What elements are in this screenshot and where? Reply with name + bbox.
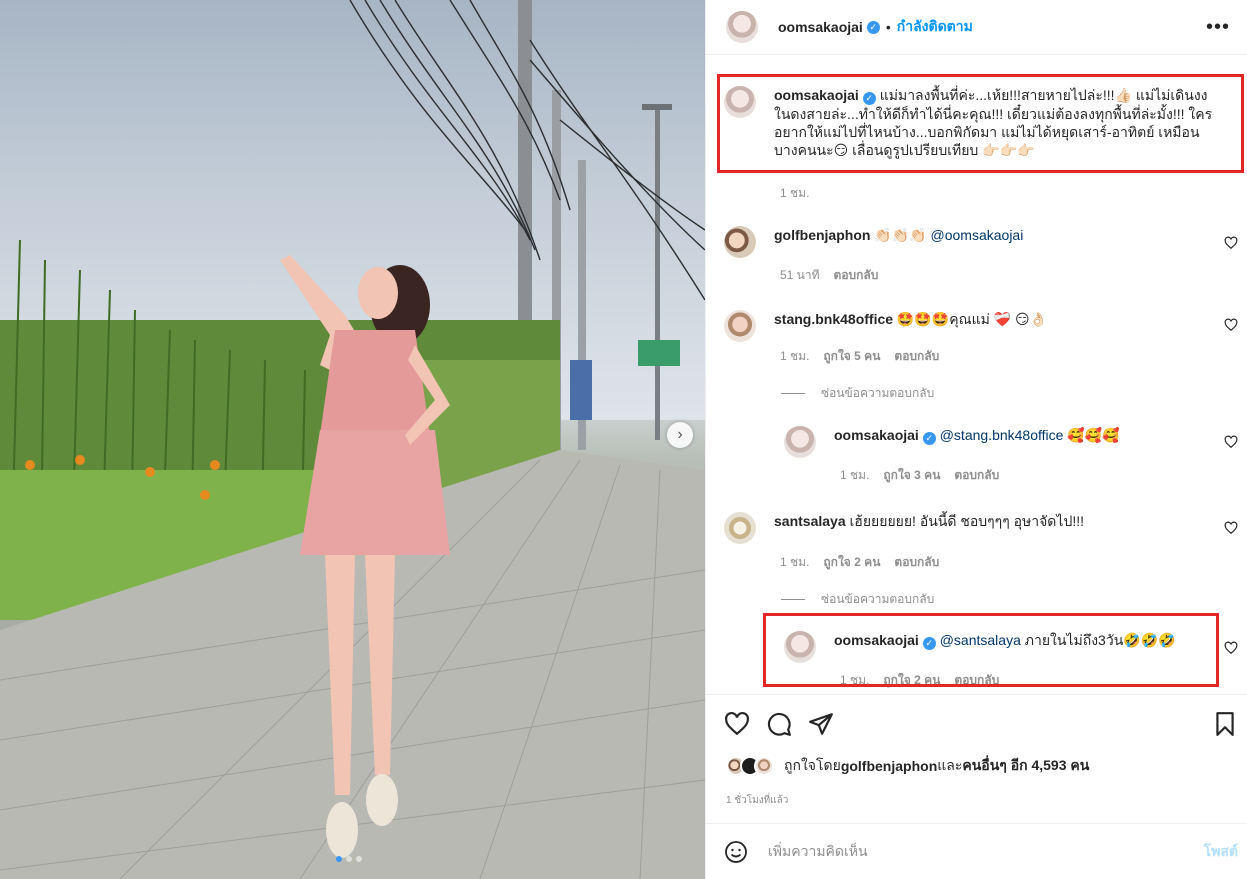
reply-button[interactable]: ตอบกลับ (894, 347, 939, 366)
comment-mention[interactable]: @oomsakaojai (931, 227, 1024, 243)
heart-icon[interactable] (1224, 641, 1238, 655)
avatar[interactable] (724, 226, 756, 258)
likes-count-button[interactable]: คนอื่นๆ อีก 4,593 คน (962, 755, 1089, 777)
reply-button[interactable]: ตอบกลับ (954, 466, 999, 485)
comment-meta: 51 นาที ตอบกลับ (780, 266, 878, 285)
more-icon[interactable]: ••• (1206, 16, 1230, 39)
divider (781, 599, 805, 600)
carousel-dot-active (336, 856, 342, 862)
post-side-panel: oomsakaojai ✓ • กำลังติดตาม ••• oomsakao… (705, 0, 1247, 879)
save-button[interactable] (1212, 711, 1238, 740)
caption-meta: 1 ชม. (780, 184, 809, 203)
verified-icon: ✓ (866, 20, 880, 34)
avatar[interactable] (784, 426, 816, 458)
caption-highlight-box (717, 74, 1244, 173)
next-photo-button[interactable]: › (667, 422, 693, 448)
photo-person (280, 255, 450, 858)
heart-icon[interactable] (1224, 435, 1238, 449)
comment-text: stang.bnk48office 🤩🤩🤩คุณแม่ ❤️‍🩹 😏👌🏻 (774, 311, 1048, 327)
comment-likes[interactable]: ถูกใจ 2 คน (823, 553, 880, 572)
comment-item: santsalaya เฮ้ยยยยยย! อันนี้ดี ชอบๆๆๆ อุ… (724, 512, 1234, 544)
comment-time[interactable]: 1 ชม. (780, 347, 809, 366)
comment-icon[interactable] (766, 711, 792, 737)
hide-replies-button[interactable]: ซ่อนข้อความตอบกลับ (781, 384, 934, 403)
comment-likes[interactable]: ถูกใจ 5 คน (823, 347, 880, 366)
comment-username[interactable]: golfbenjaphon (774, 227, 870, 243)
emoji-icon[interactable] (724, 840, 748, 864)
reply-button[interactable]: ตอบกลับ (834, 266, 879, 285)
comment-username[interactable]: santsalaya (774, 513, 846, 529)
comment-input[interactable]: เพิ่มความคิดเห็น (768, 841, 1204, 863)
avatar[interactable] (724, 310, 756, 342)
liker-username[interactable]: golfbenjaphon (841, 758, 937, 774)
action-icons (724, 711, 834, 737)
comment-text: santsalaya เฮ้ยยยยยย! อันนี้ดี ชอบๆๆๆ อุ… (774, 513, 1084, 529)
heart-icon[interactable] (1224, 318, 1238, 332)
follow-status-button[interactable]: กำลังติดตาม (897, 16, 973, 38)
carousel-dots (336, 856, 362, 862)
comments-list: oomsakaojai ✓ แม่มาลงพื้นที่ค่ะ...เห้ย!!!… (706, 56, 1247, 694)
comment-text: golfbenjaphon 👏🏻👏🏻👏🏻 @oomsakaojai (774, 226, 1214, 258)
verified-icon: ✓ (922, 431, 936, 445)
reply-item: oomsakaojai ✓ @stang.bnk48office 🥰🥰🥰 (784, 426, 1234, 458)
header-username[interactable]: oomsakaojai (778, 19, 863, 35)
reply-username[interactable]: oomsakaojai (834, 427, 919, 443)
heart-icon[interactable] (1224, 236, 1238, 250)
comment-time[interactable]: 1 ชม. (780, 553, 809, 572)
heart-icon[interactable] (1224, 521, 1238, 535)
likes-summary: ถูกใจโดย golfbenjaphon และ คนอื่นๆ อีก 4… (726, 755, 1089, 777)
reply-mention[interactable]: @stang.bnk48office (940, 427, 1064, 443)
carousel-dot (356, 856, 362, 862)
caption-time[interactable]: 1 ชม. (780, 184, 809, 203)
add-comment-bar: เพิ่มความคิดเห็น โพสต์ (706, 823, 1247, 879)
avatar[interactable] (726, 11, 758, 43)
divider (781, 393, 805, 394)
avatar[interactable] (754, 756, 774, 776)
comment-meta: 1 ชม. ถูกใจ 5 คน ตอบกลับ (780, 347, 939, 366)
post-actions: ถูกใจโดย golfbenjaphon และ คนอื่นๆ อีก 4… (706, 694, 1247, 824)
heart-icon[interactable] (724, 711, 750, 737)
comment-item: stang.bnk48office 🤩🤩🤩คุณแม่ ❤️‍🩹 😏👌🏻 (724, 310, 1234, 342)
post-photo[interactable]: › (0, 0, 705, 879)
hide-replies-button[interactable]: ซ่อนข้อความตอบกลับ (781, 590, 934, 609)
comment-time[interactable]: 51 นาที (780, 266, 820, 285)
post-comment-button[interactable]: โพสต์ (1204, 841, 1238, 863)
comment-username[interactable]: stang.bnk48office (774, 311, 893, 327)
post-timestamp[interactable]: 1 ชั่วโมงที่แล้ว (726, 793, 788, 808)
reply-meta: 1 ชม. ถูกใจ 3 คน ตอบกลับ (840, 466, 999, 485)
comment-emoji: 👏🏻👏🏻👏🏻 (874, 227, 927, 243)
reply-likes[interactable]: ถูกใจ 3 คน (883, 466, 940, 485)
share-icon[interactable] (808, 711, 834, 737)
reply-text: oomsakaojai ✓ @stang.bnk48office 🥰🥰🥰 (834, 427, 1120, 445)
reply-button[interactable]: ตอบกลับ (894, 553, 939, 572)
avatar[interactable] (724, 512, 756, 544)
post-header: oomsakaojai ✓ • กำลังติดตาม ••• (706, 0, 1247, 55)
bookmark-icon (1216, 712, 1234, 736)
separator-dot: • (885, 19, 891, 35)
chevron-right-icon: › (677, 426, 683, 443)
reply-highlight-box (763, 613, 1219, 687)
comment-item: golfbenjaphon 👏🏻👏🏻👏🏻 @oomsakaojai (724, 226, 1234, 258)
carousel-dot (346, 856, 352, 862)
reply-time[interactable]: 1 ชม. (840, 466, 869, 485)
liker-avatars (726, 756, 774, 776)
comment-meta: 1 ชม. ถูกใจ 2 คน ตอบกลับ (780, 553, 939, 572)
